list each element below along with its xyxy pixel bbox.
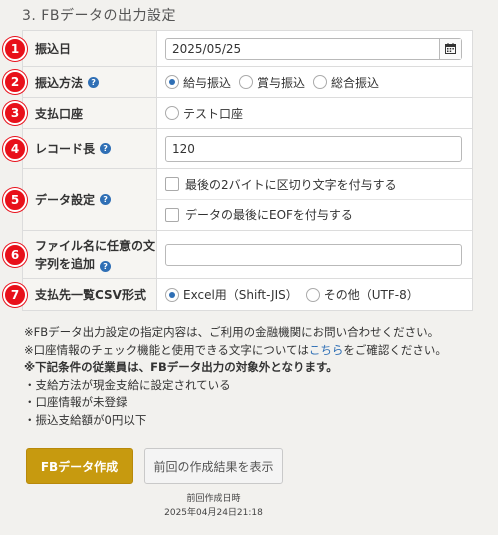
radio-button[interactable] (165, 75, 179, 89)
radio-button[interactable] (239, 75, 254, 89)
notes: ※FBデータ出力設定の指定内容は、ご利用の金融機関にお問い合わせください。 ※口… (24, 324, 447, 429)
checkbox[interactable] (165, 177, 179, 191)
label-text: 振込方法 (35, 75, 84, 90)
last-created-value: 2025年04月24日21:18 (164, 508, 263, 518)
radio-button[interactable] (165, 106, 179, 120)
note-item: ・振込支給額が0円以下 (24, 412, 147, 427)
radio-salary-transfer[interactable]: 給与振込 (165, 74, 231, 91)
step-badge-7: 7 (3, 282, 27, 307)
transfer-date-value[interactable]: 2025/05/25 (166, 39, 439, 59)
radio-general-transfer[interactable]: 総合振込 (313, 74, 379, 91)
radio-csv-shift-jis[interactable]: Excel用（Shift-JIS） (165, 286, 298, 303)
radio-button[interactable] (305, 287, 320, 302)
radio-test-account[interactable]: テスト口座 (165, 105, 243, 122)
calendar-icon[interactable] (439, 38, 461, 59)
note-item: ・支給方法が現金支給に設定されている (24, 377, 231, 392)
note-item: ・口座情報が未登録 (24, 395, 128, 409)
row-transfer-date: 1 振込日 2025/05/25 (3, 31, 473, 67)
row-csv-format: 7 支払先一覧CSV形式 Excel用（Shift-JIS） その他（UTF-8… (3, 279, 473, 311)
label-text: 支払先一覧CSV形式 (35, 288, 146, 302)
step-badge-2: 2 (3, 70, 27, 94)
section-title: 3. FBデータの出力設定 (22, 8, 176, 24)
row-data-settings: 5 データ設定 ? 最後の2バイトに区切り文字を付与する データの最後にEOFを… (3, 169, 473, 231)
label-text: 振込日 (35, 42, 72, 56)
checkbox-eof[interactable]: データの最後にEOFを付与する (157, 199, 472, 229)
label-text: ファイル名に任意の文 字列を追加? (35, 238, 156, 272)
label-transfer-date: 1 振込日 (3, 31, 157, 66)
note-line: ※口座情報のチェック機能と使用できる文字についてはこちらをご確認ください。 (24, 342, 447, 357)
last-created-info: 前回作成日時 2025年04月24日21:18 (144, 492, 283, 520)
show-previous-result-button[interactable]: 前回の作成結果を表示 (144, 448, 283, 484)
row-record-length: 4 レコード長 ? 120 (3, 129, 473, 169)
step-badge-4: 4 (3, 136, 27, 161)
label-text: データ設定 (35, 193, 96, 207)
record-length-input[interactable]: 120 (165, 135, 462, 162)
note-line: ※FBデータ出力設定の指定内容は、ご利用の金融機関にお問い合わせください。 (24, 325, 440, 339)
char-check-link[interactable]: こちら (309, 343, 344, 357)
last-created-label: 前回作成日時 (186, 494, 241, 504)
label-text: レコード長 (35, 142, 96, 156)
label-text: 支払口座 (35, 106, 84, 121)
radio-csv-utf8[interactable]: その他（UTF-8） (305, 286, 419, 303)
help-icon[interactable]: ? (100, 143, 112, 154)
radio-button[interactable] (165, 287, 179, 302)
checkbox[interactable] (165, 207, 179, 222)
note-line: ※下記条件の従業員は、FBデータ出力の対象外となります。 (24, 360, 338, 374)
step-badge-5: 5 (3, 187, 27, 212)
help-icon[interactable]: ? (100, 194, 112, 205)
row-transfer-method: 2 振込方法 ? 給与振込 賞与振込 総合振込 (3, 67, 473, 98)
row-filename-string: 6 ファイル名に任意の文 字列を追加? (3, 231, 473, 279)
help-icon[interactable]: ? (88, 76, 100, 88)
help-icon[interactable]: ? (100, 260, 112, 272)
create-fb-data-button[interactable]: FBデータ作成 (26, 448, 133, 484)
row-payment-account: 3 支払口座 テスト口座 (3, 98, 473, 129)
filename-string-input[interactable] (165, 243, 462, 266)
step-badge-6: 6 (3, 242, 27, 267)
step-badge-3: 3 (3, 101, 27, 125)
checkbox-delimiter[interactable]: 最後の2バイトに区切り文字を付与する (157, 169, 472, 199)
fb-output-settings-form: 1 振込日 2025/05/25 2 振込方法 ? 給与振込 賞与振込 総合振込 (3, 30, 473, 311)
radio-button[interactable] (313, 75, 328, 89)
radio-bonus-transfer[interactable]: 賞与振込 (239, 74, 305, 91)
step-badge-1: 1 (3, 36, 27, 61)
transfer-date-input[interactable]: 2025/05/25 (165, 37, 462, 60)
